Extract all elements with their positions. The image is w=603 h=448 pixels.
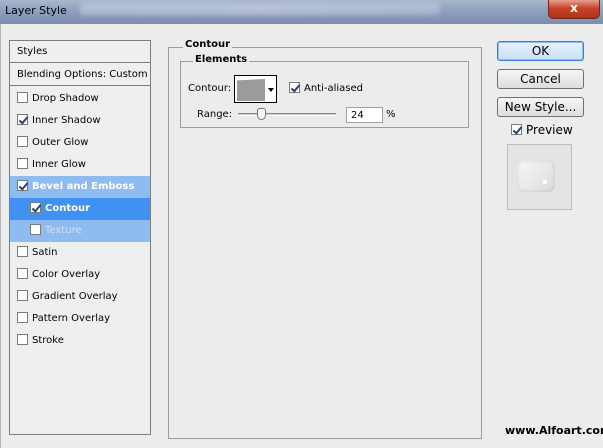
style-item-label: Drop Shadow xyxy=(32,93,99,104)
blurred-menu-background xyxy=(80,3,440,15)
preview-swatch xyxy=(517,160,555,192)
watermark: www.Alfoart.com xyxy=(505,424,603,437)
style-item-label: Texture xyxy=(45,225,82,236)
checkbox-contour[interactable] xyxy=(30,202,41,213)
layer-style-dialog: Layer Style x Styles Blending Options: C… xyxy=(0,0,603,448)
ok-button[interactable]: OK xyxy=(497,41,584,61)
range-label: Range: xyxy=(197,109,233,120)
checkbox-stroke[interactable] xyxy=(17,334,28,345)
checkbox-satin[interactable] xyxy=(17,246,28,257)
blending-options-item[interactable]: Blending Options: Custom xyxy=(10,64,150,86)
styles-header-label: Styles xyxy=(17,46,48,57)
window-title: Layer Style xyxy=(5,4,67,17)
preview-label: Preview xyxy=(526,123,573,137)
checkbox-texture[interactable] xyxy=(30,224,41,235)
style-item-texture[interactable]: Texture xyxy=(10,220,150,242)
contour-curve-picker[interactable] xyxy=(234,75,266,103)
style-item-label: Color Overlay xyxy=(32,269,101,280)
range-unit: % xyxy=(386,109,396,120)
style-item-contour[interactable]: Contour xyxy=(10,198,150,220)
close-button[interactable]: x xyxy=(548,0,600,19)
chevron-down-icon[interactable] xyxy=(265,75,277,103)
style-item-label: Pattern Overlay xyxy=(32,313,111,324)
checkbox-outer-glow[interactable] xyxy=(17,136,28,147)
style-item-label: Inner Glow xyxy=(32,159,86,170)
checkbox-drop-shadow[interactable] xyxy=(17,92,28,103)
preview-checkbox[interactable] xyxy=(511,124,522,135)
style-item-satin[interactable]: Satin xyxy=(10,242,150,264)
close-icon: x xyxy=(570,1,578,15)
new-style-button[interactable]: New Style... xyxy=(497,97,584,117)
preview-highlight xyxy=(543,180,547,184)
style-item-inner-shadow[interactable]: Inner Shadow xyxy=(10,110,150,132)
title-bar[interactable]: Layer Style x xyxy=(0,0,603,24)
checkbox-gradient-overlay[interactable] xyxy=(17,290,28,301)
checkbox-inner-shadow[interactable] xyxy=(17,114,28,125)
range-slider-handle[interactable] xyxy=(257,108,266,120)
blending-options-label: Blending Options: Custom xyxy=(17,69,148,80)
styles-list: Styles Blending Options: Custom Drop Sha… xyxy=(9,40,151,435)
style-item-pattern-overlay[interactable]: Pattern Overlay xyxy=(10,308,150,330)
checkbox-pattern-overlay[interactable] xyxy=(17,312,28,323)
style-item-label: Gradient Overlay xyxy=(32,291,118,302)
style-item-label: Contour xyxy=(45,203,91,214)
style-item-stroke[interactable]: Stroke xyxy=(10,330,150,352)
style-item-label: Stroke xyxy=(32,335,64,346)
range-slider-track[interactable] xyxy=(238,113,336,116)
style-item-label: Satin xyxy=(32,247,58,258)
elements-group-title: Elements xyxy=(193,54,250,65)
style-item-label: Bevel and Emboss xyxy=(32,181,135,192)
style-item-inner-glow[interactable]: Inner Glow xyxy=(10,154,150,176)
styles-header[interactable]: Styles xyxy=(10,41,150,63)
checkbox-inner-glow[interactable] xyxy=(17,158,28,169)
anti-aliased-label: Anti-aliased xyxy=(304,83,364,94)
checkbox-color-overlay[interactable] xyxy=(17,268,28,279)
style-item-bevel-and-emboss[interactable]: Bevel and Emboss xyxy=(10,176,150,198)
style-item-gradient-overlay[interactable]: Gradient Overlay xyxy=(10,286,150,308)
style-item-label: Outer Glow xyxy=(32,137,89,148)
style-item-color-overlay[interactable]: Color Overlay xyxy=(10,264,150,286)
style-item-label: Inner Shadow xyxy=(32,115,101,126)
checkbox-bevel-and-emboss[interactable] xyxy=(17,180,28,191)
contour-group-title: Contour xyxy=(183,39,233,50)
range-input[interactable] xyxy=(346,107,383,123)
style-item-outer-glow[interactable]: Outer Glow xyxy=(10,132,150,154)
contour-label: Contour: xyxy=(188,83,232,94)
style-item-drop-shadow[interactable]: Drop Shadow xyxy=(10,88,150,110)
cancel-button[interactable]: Cancel xyxy=(497,69,584,89)
anti-aliased-checkbox[interactable] xyxy=(289,82,300,93)
